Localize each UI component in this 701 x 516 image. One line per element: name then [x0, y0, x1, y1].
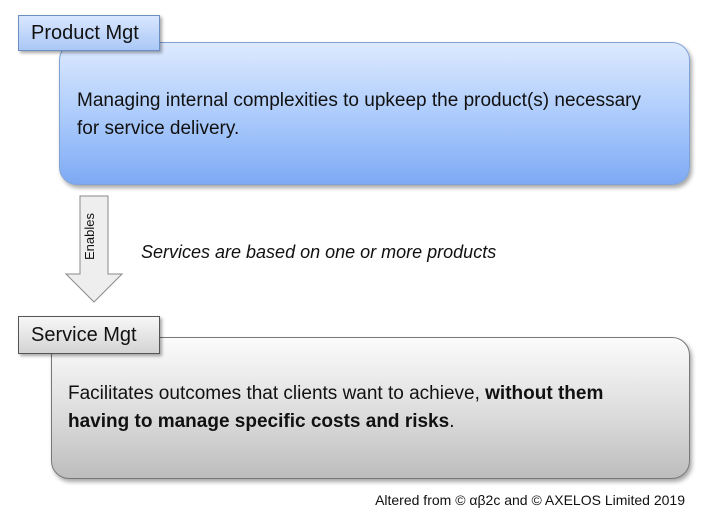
service-management-tab: Service Mgt — [18, 316, 160, 354]
service-description-end: . — [449, 411, 455, 432]
product-management-box: Managing internal complexities to upkeep… — [59, 42, 690, 185]
credit-line: Altered from © αβ2c and © AXELOS Limited… — [375, 492, 685, 508]
relationship-note: Services are based on one or more produc… — [141, 242, 497, 262]
service-description: Facilitates outcomes that clients want t… — [68, 380, 668, 436]
product-description: Managing internal complexities to upkeep… — [77, 90, 641, 139]
service-description-plain: Facilitates outcomes that clients want t… — [68, 383, 486, 404]
service-management-box: Facilitates outcomes that clients want t… — [51, 337, 690, 479]
product-management-tab: Product Mgt — [18, 15, 160, 51]
enables-label: Enables — [82, 213, 97, 260]
